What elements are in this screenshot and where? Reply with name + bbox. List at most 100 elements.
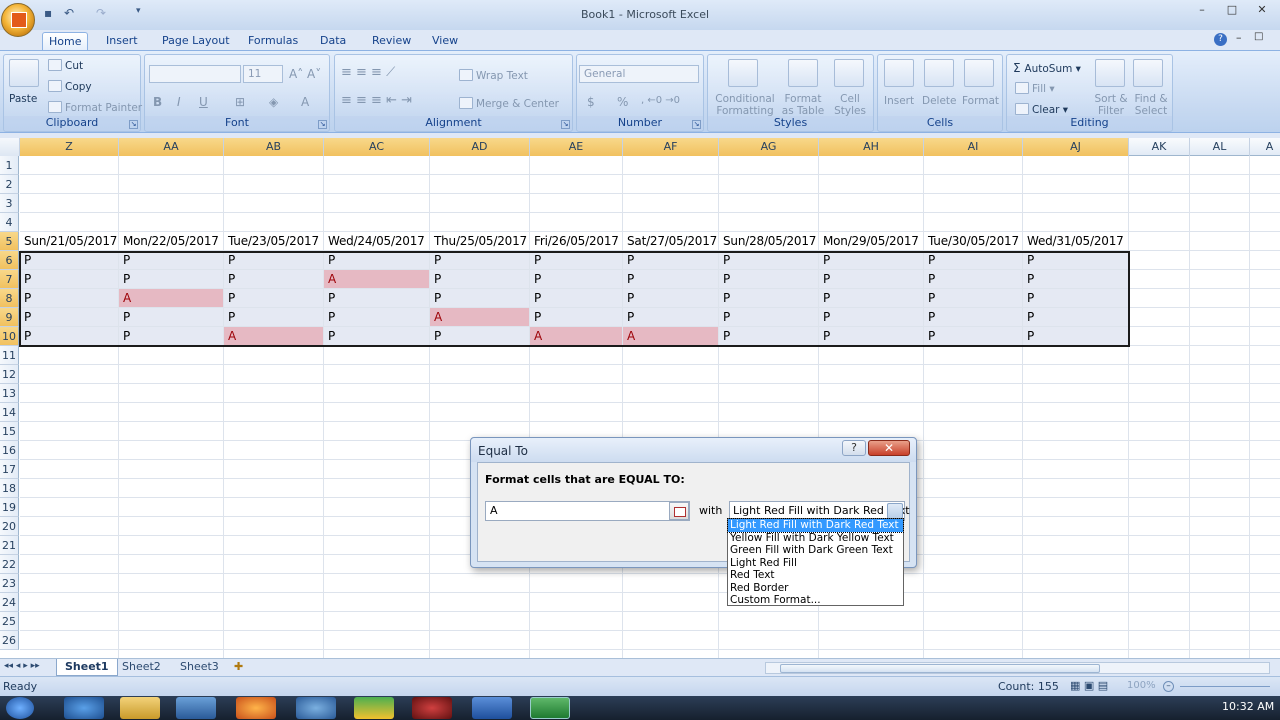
row-header[interactable]: 21 (0, 536, 19, 555)
bold-button[interactable]: B (153, 95, 162, 109)
date-cell[interactable]: Mon/29/05/2017 (819, 232, 924, 251)
column-header[interactable]: AI (924, 138, 1023, 156)
conditional-formatting-icon[interactable] (728, 59, 758, 87)
insert-cells-button[interactable]: Insert (884, 95, 914, 107)
attendance-cell[interactable]: P (819, 270, 923, 288)
format-table-icon[interactable] (788, 59, 818, 87)
row-header[interactable]: 15 (0, 422, 19, 441)
row-header[interactable]: 1 (0, 156, 19, 175)
app2-icon[interactable] (412, 697, 452, 719)
row-header[interactable]: 5 (0, 232, 19, 251)
date-cell[interactable]: Tue/23/05/2017 (224, 232, 324, 251)
attendance-cell[interactable]: P (623, 270, 718, 288)
format-cells-icon[interactable] (964, 59, 994, 87)
wrap-text-button[interactable]: Wrap Text (476, 70, 528, 82)
underline-button[interactable]: U (199, 95, 208, 109)
attendance-cell[interactable]: P (430, 270, 529, 288)
borders-icon[interactable]: ⊞ (235, 95, 245, 109)
attendance-cell[interactable]: P (119, 308, 223, 326)
conditional-formatting-button[interactable]: Conditional Formatting (713, 93, 777, 117)
horizontal-scrollbar[interactable] (765, 662, 1270, 674)
cut-button[interactable]: Cut (65, 60, 83, 72)
attendance-cell[interactable]: P (1023, 289, 1128, 307)
dropdown-arrow-icon[interactable] (887, 503, 903, 519)
dialog-help-button[interactable]: ? (842, 440, 866, 456)
attendance-cell[interactable]: P (324, 289, 429, 307)
format-option[interactable]: Yellow Fill with Dark Yellow Text (728, 532, 903, 545)
tab-home[interactable]: Home (42, 32, 89, 51)
row-header[interactable]: 19 (0, 498, 19, 517)
clipboard-launcher-icon[interactable]: ↘ (129, 120, 138, 129)
attendance-cell[interactable]: P (1023, 270, 1128, 288)
format-option[interactable]: Green Fill with Dark Green Text (728, 544, 903, 557)
column-header[interactable]: AE (530, 138, 623, 156)
attendance-cell[interactable]: P (924, 308, 1022, 326)
attendance-cell[interactable]: P (324, 251, 429, 269)
date-cell[interactable]: Mon/22/05/2017 (119, 232, 224, 251)
sort-filter-button[interactable]: Sort & Filter (1091, 93, 1131, 117)
attendance-cell[interactable]: A (324, 270, 429, 288)
column-header[interactable]: AL (1190, 138, 1250, 156)
maximize-button[interactable]: □ (1220, 2, 1244, 18)
attendance-cell[interactable]: P (224, 270, 323, 288)
attendance-cell[interactable]: P (623, 251, 718, 269)
attendance-cell[interactable]: A (119, 289, 223, 307)
tab-review[interactable]: Review (366, 32, 417, 51)
row-header[interactable]: 6 (0, 251, 19, 270)
format-cells-button[interactable]: Format (962, 95, 999, 107)
attendance-cell[interactable]: P (224, 289, 323, 307)
date-cell[interactable]: Sat/27/05/2017 (623, 232, 719, 251)
column-header[interactable]: AG (719, 138, 819, 156)
format-option[interactable]: Custom Format... (728, 594, 903, 607)
copy-button[interactable]: Copy (65, 81, 92, 93)
tab-view[interactable]: View (426, 32, 464, 51)
row-header[interactable]: 16 (0, 441, 19, 460)
number-format-field[interactable]: General (579, 65, 699, 83)
ribbon-minimize-icon[interactable]: – (1236, 31, 1242, 44)
attendance-cell[interactable]: P (20, 251, 118, 269)
date-cell[interactable]: Wed/31/05/2017 (1023, 232, 1129, 251)
attendance-cell[interactable]: P (924, 251, 1022, 269)
row-header[interactable]: 14 (0, 403, 19, 422)
format-painter-button[interactable]: Format Painter (65, 102, 142, 114)
tab-insert[interactable]: Insert (100, 32, 144, 51)
column-header[interactable]: Z (20, 138, 119, 156)
paste-button[interactable]: Paste (9, 93, 37, 105)
font-size-field[interactable]: 11 (243, 65, 283, 83)
attendance-cell[interactable]: P (324, 308, 429, 326)
help-icon[interactable]: ? (1214, 33, 1227, 46)
start-button-icon[interactable] (6, 697, 34, 719)
app-icon[interactable] (296, 697, 336, 719)
column-header[interactable]: AH (819, 138, 924, 156)
row-header[interactable]: 24 (0, 593, 19, 612)
attendance-cell[interactable]: P (224, 308, 323, 326)
row-header[interactable]: 18 (0, 479, 19, 498)
attendance-cell[interactable]: P (119, 251, 223, 269)
sheet-tab-sheet1[interactable]: Sheet1 (56, 659, 118, 676)
sort-filter-icon[interactable] (1095, 59, 1125, 87)
tab-formulas[interactable]: Formulas (242, 32, 304, 51)
format-option[interactable]: Light Red Fill with Dark Red Text (727, 518, 904, 533)
attendance-cell[interactable]: P (530, 289, 622, 307)
worksheet-grid[interactable]: Z AA AB AC AD AE AF AG AH AI AJ AK AL A … (0, 138, 1280, 658)
attendance-cell[interactable]: P (530, 251, 622, 269)
range-select-icon[interactable] (669, 502, 689, 520)
firefox-icon[interactable] (236, 697, 276, 719)
row-header[interactable]: 11 (0, 346, 19, 365)
attendance-cell[interactable]: A (623, 327, 718, 345)
column-header[interactable]: AC (324, 138, 430, 156)
date-cell[interactable]: Thu/25/05/2017 (430, 232, 530, 251)
select-all-corner[interactable] (0, 138, 20, 156)
attendance-cell[interactable]: P (719, 270, 818, 288)
column-header[interactable]: AB (224, 138, 324, 156)
row-header[interactable]: 10 (0, 327, 19, 346)
ie-icon[interactable] (64, 697, 104, 719)
attendance-cell[interactable]: P (719, 327, 818, 345)
office-button[interactable] (1, 3, 35, 37)
excel-taskbar-icon[interactable] (530, 697, 570, 719)
cell-styles-button[interactable]: Cell Styles (828, 93, 872, 117)
row-header[interactable]: 23 (0, 574, 19, 593)
attendance-cell[interactable]: P (430, 251, 529, 269)
zoom-slider[interactable] (1180, 686, 1270, 687)
align-top-icons[interactable]: ≡ ≡ ≡ ⟋ (341, 65, 395, 80)
